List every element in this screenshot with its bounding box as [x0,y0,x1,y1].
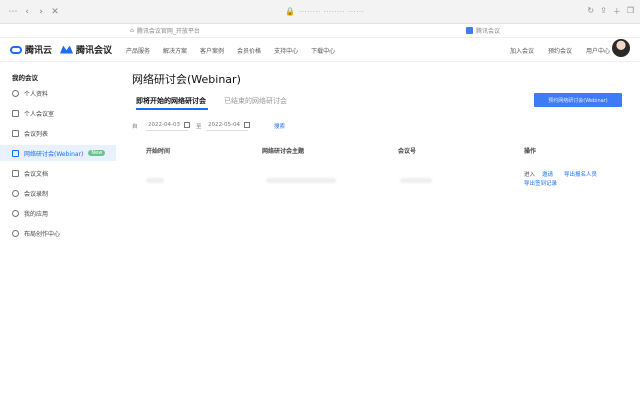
calendar-icon[interactable] [243,122,250,128]
webinar-icon [12,149,19,157]
tabs-icon[interactable]: ❐ [627,6,634,17]
address-text: ········ ········ ······ [298,7,365,16]
sidebar-title: 我的会议 [12,74,38,82]
menu-icon[interactable]: ⋯ [6,7,20,17]
main-content: 网络研讨会(Webinar) 即将开始的网络研讨会 已结束的网络研讨会 预约网络… [118,62,640,400]
end-date-input[interactable]: 2022-05-04 [208,122,250,128]
meeting-logo-icon [60,45,73,54]
home-icon: ⌂ [130,27,134,34]
favicon-icon [466,27,473,34]
column-topic: 网络研讨会主题 [262,148,305,155]
nav-solutions[interactable]: 解决方案 [163,46,187,55]
browser-toolbar: ⋯ ‹ › ✕ 🔒 ········ ········ ······ ↻ ⇪ ＋… [0,0,640,24]
sidebar-item-apps[interactable]: 我的应用 [0,205,116,221]
enter-link[interactable]: 进入 [524,170,535,178]
tab-ended[interactable]: 已结束的网络研讨会 [224,96,287,106]
bookmark-item[interactable]: 腾讯会议 [466,26,500,35]
schedule-webinar-button[interactable]: 预约网络研讨会(Webinar) [534,93,622,107]
export-registrants-link[interactable]: 导出报名人员 [564,170,597,178]
meeting-id-cell [400,178,432,183]
room-icon [12,109,19,117]
cloud-icon [10,45,22,54]
sidebar-item-documents[interactable]: 会议文档 [0,165,116,181]
topic-cell [266,178,336,183]
invite-link[interactable]: 邀请 [542,170,553,178]
search-button[interactable]: 搜索 [274,122,285,130]
nav-products[interactable]: 产品服务 [126,46,150,55]
sidebar-item-personal-room[interactable]: 个人会议室 [0,105,116,121]
to-label: 至 [196,124,202,130]
start-date-input[interactable]: 2022-04-03 [148,122,190,128]
sidebar-item-webinar[interactable]: 网络研讨会(Webinar) New [0,145,116,161]
page-title: 网络研讨会(Webinar) [132,73,241,86]
nav-support[interactable]: 支持中心 [274,46,298,55]
from-label: 自 [132,124,138,130]
reload-icon[interactable]: ↻ [587,6,594,17]
sidebar-item-profile[interactable]: 个人资料 [0,85,116,101]
start-time-cell [146,178,164,183]
lock-icon: 🔒 [285,7,295,16]
schedule-meeting-link[interactable]: 预约会议 [548,46,572,55]
user-center-link[interactable]: 用户中心 [586,46,610,55]
bookmark-label: 腾讯会议 [476,28,501,35]
list-icon [12,129,19,137]
record-icon [12,189,19,197]
bookmarks-bar: ⌂ 腾讯会议官网_开放平台 腾讯会议 [0,24,640,38]
forward-icon[interactable]: › [34,7,48,17]
layout-icon [12,229,19,237]
user-icon [12,89,19,97]
tencent-cloud-logo[interactable]: 腾讯云 [10,43,52,56]
column-meeting-id: 会议号 [398,148,417,155]
sidebar: 我的会议 个人资料 个人会议室 会议列表 网络研讨会(Webinar) New … [0,62,118,400]
share-icon[interactable]: ⇪ [600,6,607,17]
end-date-value: 2022-05-04 [208,122,240,128]
document-icon [12,169,19,177]
bookmark-item[interactable]: ⌂ 腾讯会议官网_开放平台 [130,26,200,35]
back-icon[interactable]: ‹ [20,7,34,17]
site-header: 腾讯云 腾讯会议 产品服务 解决方案 客户案例 会员价格 支持中心 下载中心 加… [0,38,640,62]
close-icon[interactable]: ✕ [48,7,62,17]
date-filter: 自 [132,122,138,130]
column-start-time: 开始时间 [146,148,171,155]
main-nav: 产品服务 解决方案 客户案例 会员价格 支持中心 下载中心 [126,46,335,55]
address-bar[interactable]: 🔒 ········ ········ ······ [62,7,587,16]
join-meeting-link[interactable]: 加入会议 [510,46,534,55]
sidebar-item-recordings[interactable]: 会议录制 [0,185,116,201]
avatar[interactable] [612,39,630,57]
nav-cases[interactable]: 客户案例 [200,46,224,55]
nav-download[interactable]: 下载中心 [311,46,335,55]
bookmark-label: 腾讯会议官网_开放平台 [136,28,200,35]
nav-pricing[interactable]: 会员价格 [237,46,261,55]
table-row: 进入 邀请 导出报名人员 导出签到记录 [118,168,640,192]
tencent-meeting-logo[interactable]: 腾讯会议 [60,43,112,56]
new-badge: New [88,150,106,156]
export-checkin-link[interactable]: 导出签到记录 [524,179,557,187]
start-date-value: 2022-04-03 [148,122,180,128]
end-date-underline [206,130,248,131]
column-actions: 操作 [524,148,537,155]
add-tab-icon[interactable]: ＋ [613,6,621,17]
table-header: 开始时间 网络研讨会主题 会议号 操作 [118,146,640,160]
sidebar-item-meeting-list[interactable]: 会议列表 [0,125,116,141]
tab-upcoming[interactable]: 即将开始的网络研讨会 [136,96,206,106]
start-date-underline [146,130,188,131]
calendar-icon[interactable] [183,122,190,128]
sidebar-item-layout-center[interactable]: 布局创作中心 [0,225,116,241]
active-tab-indicator [136,108,208,110]
apps-icon [12,209,19,217]
